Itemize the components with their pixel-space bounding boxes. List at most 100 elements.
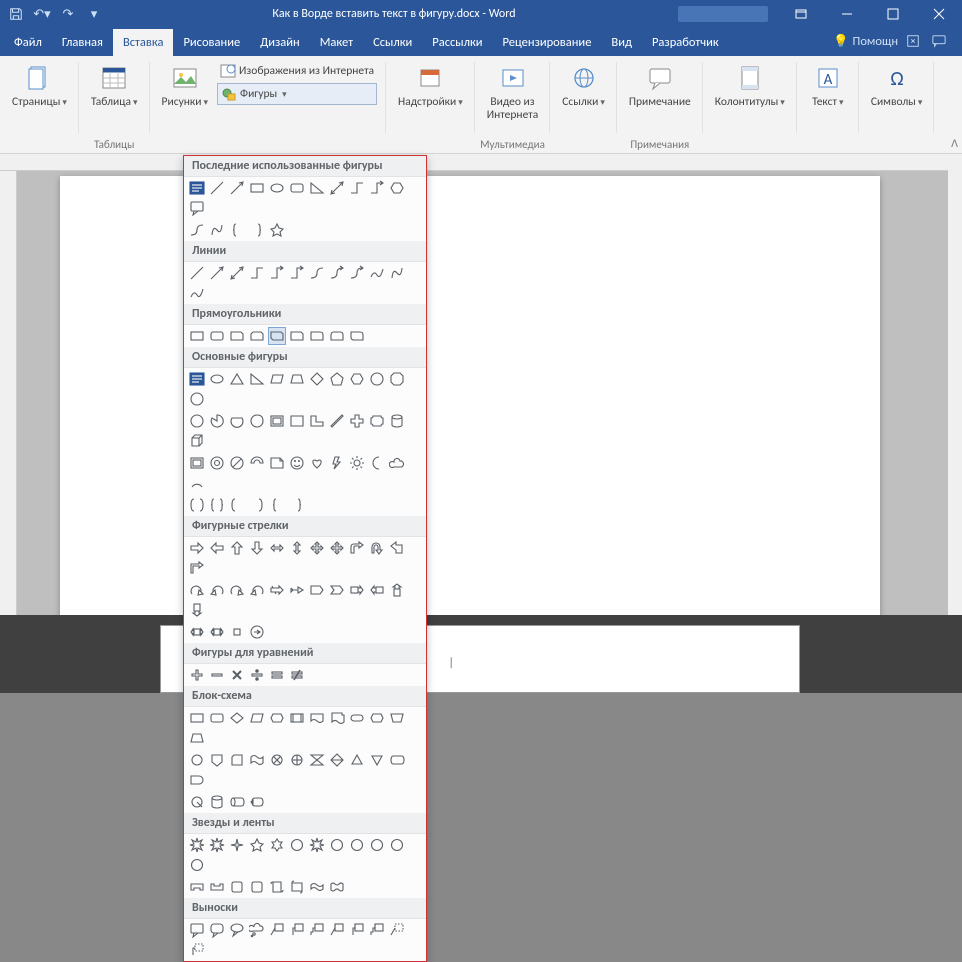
shape-rrect[interactable] bbox=[208, 327, 226, 345]
shape-freeform[interactable] bbox=[388, 264, 406, 282]
shape-elbow[interactable] bbox=[248, 264, 266, 282]
shape-ar-quad[interactable] bbox=[308, 539, 326, 557]
shape-round1[interactable] bbox=[308, 327, 326, 345]
shape-fc-dec[interactable] bbox=[228, 709, 246, 727]
shape-fc-int[interactable] bbox=[288, 709, 306, 727]
shape-arc[interactable] bbox=[188, 474, 206, 492]
shape-fc-merge[interactable] bbox=[368, 751, 386, 769]
shape-curveA[interactable] bbox=[328, 264, 346, 282]
tab-home[interactable]: Главная bbox=[52, 29, 113, 56]
shape-rib-c1[interactable] bbox=[228, 878, 246, 896]
shape-rib-down[interactable] bbox=[208, 878, 226, 896]
shape-ar-left[interactable] bbox=[208, 539, 226, 557]
shape-fc-mdoc[interactable] bbox=[328, 709, 346, 727]
shape-fc-tape[interactable] bbox=[248, 751, 266, 769]
shape-rtri[interactable] bbox=[248, 370, 266, 388]
shape-lshape[interactable] bbox=[308, 412, 326, 430]
shape-st24[interactable] bbox=[388, 836, 406, 854]
shape-co-la2[interactable] bbox=[348, 921, 366, 939]
shape-elbow[interactable] bbox=[348, 179, 366, 197]
shape-fold[interactable] bbox=[268, 454, 286, 472]
shape-ar-chev[interactable] bbox=[328, 581, 346, 599]
shape-fc-off[interactable] bbox=[208, 751, 226, 769]
shape-fc-disk[interactable] bbox=[228, 793, 246, 811]
maximize-icon[interactable] bbox=[870, 0, 916, 28]
shape-star5[interactable] bbox=[268, 221, 286, 239]
shape-fc-data[interactable] bbox=[248, 709, 266, 727]
shape-st4[interactable] bbox=[228, 836, 246, 854]
shape-ar-3[interactable] bbox=[328, 539, 346, 557]
shape-curve2[interactable] bbox=[368, 264, 386, 282]
shape-ar-right[interactable] bbox=[188, 539, 206, 557]
tab-mailings[interactable]: Рассылки bbox=[422, 29, 492, 56]
shape-ar-call-q[interactable] bbox=[228, 623, 246, 641]
collapse-ribbon-icon[interactable]: ᐱ bbox=[951, 137, 958, 150]
shape-half[interactable] bbox=[288, 412, 306, 430]
symbols-button[interactable]: Ω Символы bbox=[865, 59, 929, 112]
shape-co-l1[interactable] bbox=[268, 921, 286, 939]
shape-snip2d[interactable] bbox=[268, 327, 286, 345]
minimize-icon[interactable] bbox=[824, 0, 870, 28]
shape-rib-c2[interactable] bbox=[248, 878, 266, 896]
online-video-button[interactable]: Видео из Интернета bbox=[481, 59, 544, 125]
tab-design[interactable]: Дизайн bbox=[250, 29, 310, 56]
shape-fc-stor[interactable] bbox=[388, 751, 406, 769]
shape-ar-call-u[interactable] bbox=[388, 581, 406, 599]
shape-dia[interactable] bbox=[308, 370, 326, 388]
shape-fc-coll[interactable] bbox=[308, 751, 326, 769]
shape-st6[interactable] bbox=[268, 836, 286, 854]
shape-frame[interactable] bbox=[268, 412, 286, 430]
shape-ar-down[interactable] bbox=[248, 539, 266, 557]
shape-line-da[interactable] bbox=[328, 179, 346, 197]
shape-co-rrect[interactable] bbox=[208, 921, 226, 939]
shape-rect[interactable] bbox=[248, 179, 266, 197]
shape-tear[interactable] bbox=[248, 412, 266, 430]
shape-ar-circ[interactable] bbox=[248, 623, 266, 641]
shape-pie[interactable] bbox=[208, 412, 226, 430]
shape-dbrace[interactable] bbox=[208, 496, 226, 514]
shape-elbowA[interactable] bbox=[368, 179, 386, 197]
shape-rib-up[interactable] bbox=[188, 878, 206, 896]
shape-ar-curve-r[interactable] bbox=[188, 581, 206, 599]
shape-st5[interactable] bbox=[248, 836, 266, 854]
shape-fc-sum[interactable] bbox=[268, 751, 286, 769]
headerfooter-button[interactable]: Колонтитулы bbox=[709, 59, 791, 112]
shape-rtri[interactable] bbox=[308, 179, 326, 197]
shape-rect[interactable] bbox=[188, 327, 206, 345]
shape-fc-doc[interactable] bbox=[308, 709, 326, 727]
shape-rbrace[interactable] bbox=[288, 496, 306, 514]
pictures-button[interactable]: Рисунки bbox=[156, 59, 215, 125]
tab-layout[interactable]: Макет bbox=[310, 29, 363, 56]
shape-ar-pent[interactable] bbox=[308, 581, 326, 599]
shape-eq-minus[interactable] bbox=[208, 666, 226, 684]
table-button[interactable]: Таблица bbox=[85, 59, 144, 112]
shape-fc-prep[interactable] bbox=[368, 709, 386, 727]
shape-sniprd[interactable] bbox=[288, 327, 306, 345]
shape-ar-lu[interactable] bbox=[388, 539, 406, 557]
shape-st10[interactable] bbox=[328, 836, 346, 854]
shape-pent[interactable] bbox=[328, 370, 346, 388]
shape-ar-notched[interactable] bbox=[288, 581, 306, 599]
shape-nosym[interactable] bbox=[228, 454, 246, 472]
shape-textbox2[interactable] bbox=[188, 370, 206, 388]
shape-moon[interactable] bbox=[368, 454, 386, 472]
shape-co-oval[interactable] bbox=[228, 921, 246, 939]
tab-references[interactable]: Ссылки bbox=[363, 29, 422, 56]
vertical-scrollbar[interactable] bbox=[948, 154, 962, 671]
tell-me-label[interactable]: Помощн bbox=[853, 34, 898, 49]
shape-ar-curve-d[interactable] bbox=[248, 581, 266, 599]
shape-fc-mag[interactable] bbox=[208, 793, 226, 811]
shape-rbrace[interactable] bbox=[248, 221, 266, 239]
tab-developer[interactable]: Разработчик bbox=[642, 29, 729, 56]
shape-block[interactable] bbox=[248, 454, 266, 472]
shape-co-lb2[interactable] bbox=[188, 941, 206, 959]
shape-lbrk[interactable] bbox=[228, 496, 246, 514]
shape-free[interactable] bbox=[208, 221, 226, 239]
shape-snip2s[interactable] bbox=[248, 327, 266, 345]
shape-round2s[interactable] bbox=[328, 327, 346, 345]
shape-lbrace[interactable] bbox=[228, 221, 246, 239]
shape-fc-or[interactable] bbox=[288, 751, 306, 769]
shape-st32[interactable] bbox=[188, 856, 206, 874]
close-icon[interactable] bbox=[916, 0, 962, 28]
shape-ar-call-ud[interactable] bbox=[208, 623, 226, 641]
